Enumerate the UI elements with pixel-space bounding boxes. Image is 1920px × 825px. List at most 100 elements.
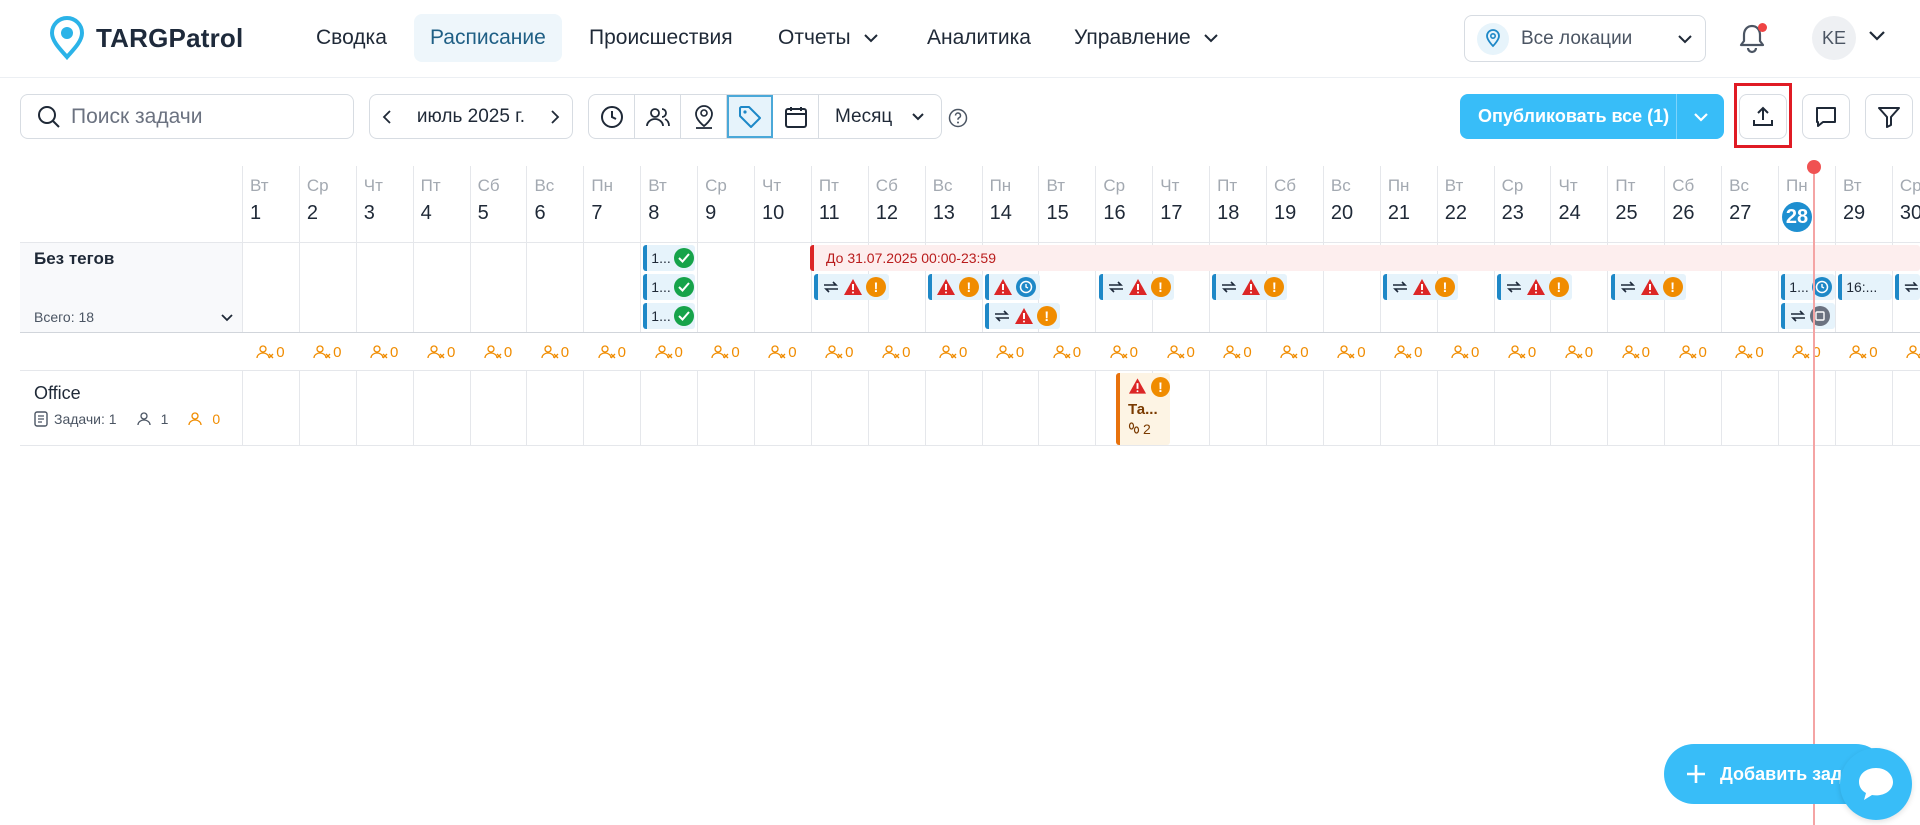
day-header-19[interactable]: Сб 19 (1266, 166, 1323, 242)
day-header-14[interactable]: Пн 14 (981, 166, 1039, 242)
day-header-12[interactable]: Сб 12 (867, 166, 925, 242)
day-header-22[interactable]: Вт 22 (1436, 166, 1494, 242)
tags-view-button[interactable] (727, 95, 773, 138)
nav-item-analytics[interactable]: Аналитика (911, 14, 1047, 62)
nav-item-schedule[interactable]: Расписание (414, 14, 562, 62)
day-header-6[interactable]: Вс 6 (526, 166, 583, 242)
task-chip[interactable]: 1... (643, 274, 696, 300)
group-office[interactable]: Office Задачи: 1 1 0 ! Та... 2 (20, 370, 1920, 446)
day-header-2[interactable]: Ср 2 (298, 166, 356, 242)
logo[interactable]: TARGPatrol (50, 16, 243, 60)
search-input[interactable] (71, 104, 341, 129)
day-header-27[interactable]: Вс 27 (1721, 166, 1778, 242)
day-cell[interactable] (298, 371, 356, 445)
day-cell[interactable] (1038, 371, 1095, 445)
day-cell[interactable] (1891, 371, 1920, 445)
help-icon[interactable] (948, 108, 968, 128)
day-cell[interactable] (1607, 371, 1664, 445)
day-cell[interactable] (810, 371, 868, 445)
day-cell[interactable] (242, 371, 299, 445)
nav-item-management[interactable]: Управление (1058, 14, 1235, 62)
chevron-down-icon[interactable] (220, 313, 234, 322)
calendar-view-button[interactable] (773, 95, 819, 138)
day-cell[interactable] (469, 371, 527, 445)
notifications-button[interactable] (1738, 22, 1770, 56)
task-chip[interactable]: ! (1496, 274, 1572, 300)
day-header-15[interactable]: Вт 15 (1038, 166, 1095, 242)
time-view-button[interactable] (589, 95, 635, 138)
day-header-26[interactable]: Сб 26 (1664, 166, 1721, 242)
day-header-23[interactable]: Ср 23 (1493, 166, 1551, 242)
day-header-28[interactable]: Пн 28 (1778, 166, 1835, 242)
day-header-9[interactable]: Ср 9 (697, 166, 754, 242)
task-chip[interactable]: ! (1610, 274, 1686, 300)
day-cell[interactable] (583, 371, 640, 445)
day-cell[interactable] (526, 371, 583, 445)
publish-all-button[interactable]: Опубликовать все (1) (1460, 94, 1724, 139)
day-cell[interactable] (583, 243, 640, 332)
day-cell[interactable] (355, 371, 413, 445)
day-header-21[interactable]: Пн 21 (1379, 166, 1437, 242)
publish-dropdown[interactable] (1676, 94, 1724, 139)
day-cell[interactable] (697, 371, 754, 445)
day-header-3[interactable]: Чт 3 (355, 166, 413, 242)
day-cell[interactable] (1664, 371, 1721, 445)
day-header-17[interactable]: Чт 17 (1152, 166, 1209, 242)
day-header-7[interactable]: Пн 7 (583, 166, 640, 242)
day-cell[interactable] (1266, 371, 1323, 445)
deadline-banner[interactable]: До 31.07.2025 00:00-23:59 (810, 245, 1920, 271)
people-view-button[interactable] (635, 95, 681, 138)
task-search[interactable] (20, 94, 354, 139)
task-chip[interactable]: ! (1383, 274, 1458, 300)
day-cell[interactable] (355, 243, 413, 332)
day-cell[interactable] (1778, 371, 1835, 445)
day-cell[interactable] (640, 371, 697, 445)
task-chip[interactable]: 16:... (1838, 274, 1893, 300)
day-cell[interactable] (1834, 371, 1892, 445)
day-cell[interactable] (697, 243, 754, 332)
avatar[interactable]: KE (1812, 16, 1856, 60)
task-chip[interactable]: ! (927, 274, 983, 300)
nav-item-summary[interactable]: Сводка (300, 14, 403, 62)
task-chip[interactable] (1781, 303, 1836, 329)
day-cell[interactable] (867, 371, 925, 445)
task-chip[interactable]: 1... (643, 303, 696, 329)
period-select[interactable]: Месяц (819, 95, 941, 138)
task-chip[interactable]: ! (1212, 274, 1288, 300)
day-header-13[interactable]: Вс 13 (924, 166, 982, 242)
day-header-29[interactable]: Вт 29 (1834, 166, 1892, 242)
chevron-left-icon[interactable] (382, 109, 392, 125)
day-header-24[interactable]: Чт 24 (1550, 166, 1607, 242)
task-chip[interactable]: ! (984, 303, 1060, 329)
day-cell[interactable] (1550, 371, 1607, 445)
filter-button[interactable] (1865, 94, 1913, 139)
chevron-down-icon[interactable] (1868, 30, 1886, 41)
day-cell[interactable] (1721, 371, 1778, 445)
day-cell[interactable] (981, 371, 1039, 445)
day-header-30[interactable]: Ср 30 (1891, 166, 1920, 242)
day-header-25[interactable]: Пт 25 (1607, 166, 1664, 242)
nav-item-reports[interactable]: Отчеты (762, 14, 895, 62)
day-header-8[interactable]: Вт 8 (640, 166, 697, 242)
day-cell[interactable] (242, 243, 299, 332)
day-header-10[interactable]: Чт 10 (754, 166, 811, 242)
support-chat-button[interactable] (1840, 748, 1912, 820)
day-cell[interactable] (298, 243, 356, 332)
task-chip[interactable] (984, 274, 1040, 300)
task-chip[interactable]: ! (814, 274, 889, 300)
day-cell[interactable] (412, 371, 470, 445)
day-cell[interactable] (469, 243, 527, 332)
task-chip[interactable]: 1... (643, 245, 696, 271)
day-header-1[interactable]: Вт 1 (242, 166, 299, 242)
task-chip[interactable] (1895, 274, 1920, 300)
day-header-5[interactable]: Сб 5 (469, 166, 527, 242)
day-cell[interactable] (1436, 371, 1494, 445)
nav-item-incidents[interactable]: Происшествия (573, 14, 749, 62)
day-cell[interactable] (754, 243, 811, 332)
day-cell[interactable] (526, 243, 583, 332)
group-no-tags[interactable]: Без тегов Всего: 18 До 31.07.2025 00:00-… (20, 242, 1920, 332)
day-header-4[interactable]: Пт 4 (412, 166, 470, 242)
day-header-16[interactable]: Ср 16 (1095, 166, 1152, 242)
day-header-20[interactable]: Вс 20 (1322, 166, 1380, 242)
day-cell[interactable] (1322, 371, 1380, 445)
